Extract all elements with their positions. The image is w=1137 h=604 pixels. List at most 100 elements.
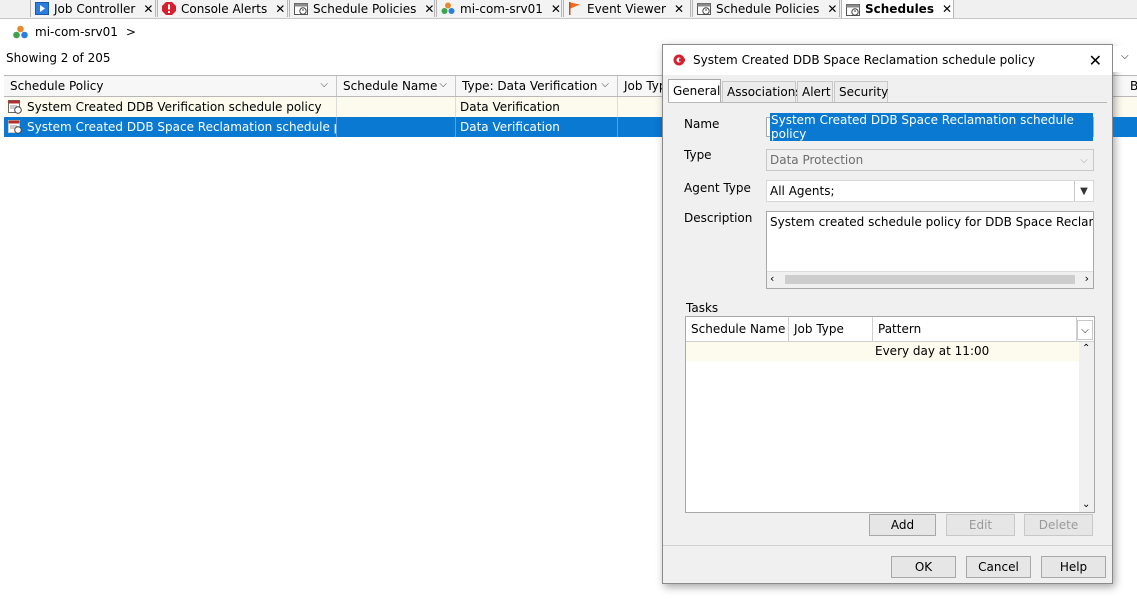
close-icon[interactable]: ✕ xyxy=(275,2,285,16)
column-header-schedule-policy[interactable]: Schedule Policy ⌵ xyxy=(4,76,337,96)
column-header-job-type[interactable]: Job Type xyxy=(789,317,873,341)
close-icon[interactable]: ✕ xyxy=(424,2,434,16)
scrollbar-thumb[interactable] xyxy=(785,275,1075,284)
column-header-type[interactable]: Type: Data Verification ⌵ xyxy=(456,76,618,96)
result-count: Showing 2 of 205 xyxy=(6,51,111,65)
table-row[interactable]: Every day at 11:00 xyxy=(686,342,1080,361)
ok-button[interactable]: OK xyxy=(891,556,956,578)
name-label: Name xyxy=(684,117,720,131)
column-header-pattern[interactable]: Pattern xyxy=(873,317,1077,341)
chevron-down-icon: ⌵ xyxy=(1080,154,1088,166)
column-label: Schedule Name xyxy=(343,79,438,93)
cancel-button[interactable]: Cancel xyxy=(966,556,1031,578)
tab-associations[interactable]: Associations xyxy=(722,81,802,102)
breadcrumb: mi-com-srv01 > xyxy=(0,19,660,45)
tab-console-alerts[interactable]: Console Alerts ✕ xyxy=(157,0,288,17)
alert-icon xyxy=(162,2,176,15)
tab-general[interactable]: General xyxy=(668,79,721,102)
cell-type: Data Verification xyxy=(456,97,618,117)
tab-label: Event Viewer xyxy=(587,1,666,16)
tab-schedules[interactable]: Schedules ✕ xyxy=(841,0,954,18)
edit-task-button[interactable]: Edit xyxy=(946,514,1015,536)
dialog-title-bar[interactable]: System Created DDB Space Reclamation sch… xyxy=(663,45,1112,75)
chevron-right-icon[interactable]: › xyxy=(1085,272,1089,285)
chevron-down-icon[interactable]: ⌄ xyxy=(1082,499,1090,510)
tab-label: Console Alerts xyxy=(181,1,268,16)
column-label: Schedule Policy xyxy=(10,79,104,93)
column-label: B xyxy=(1130,79,1137,93)
job-controller-icon xyxy=(35,2,49,15)
cell-schedule-policy: System Created DDB Space Reclamation sch… xyxy=(27,120,337,134)
general-panel: Name System Created DDB Space Reclamatio… xyxy=(668,102,1107,513)
tasks-header: Schedule Name Job Type Pattern ⌵ xyxy=(686,317,1094,342)
selected-row-edge xyxy=(1113,117,1137,137)
column-label: Type: Data Verification xyxy=(462,79,598,93)
schedule-policy-icon xyxy=(8,120,22,134)
tab-label: mi-com-srv01 xyxy=(460,1,543,16)
chevron-down-icon[interactable]: ▼ xyxy=(1074,181,1093,201)
agent-type-value: All Agents; xyxy=(770,184,835,198)
column-header-schedule-name[interactable]: Schedule Name xyxy=(686,317,789,341)
column-header-schedule-name[interactable]: Schedule Name ⌵ xyxy=(337,76,456,96)
tab-alert[interactable]: Alert xyxy=(797,81,833,102)
tasks-table: Schedule Name Job Type Pattern ⌵ Every d… xyxy=(685,316,1095,513)
cell-pattern: Every day at 11:00 xyxy=(875,344,990,358)
chevron-down-icon[interactable]: ⌵ xyxy=(320,79,328,90)
flag-icon xyxy=(568,2,582,15)
tab-bar-spacer xyxy=(0,0,30,18)
delete-task-button[interactable]: Delete xyxy=(1024,514,1093,536)
chevron-down-icon[interactable]: ⌵ xyxy=(439,79,447,90)
close-icon[interactable]: ✕ xyxy=(942,2,952,16)
close-icon[interactable]: ✕ xyxy=(674,2,684,16)
document-tab-bar: Job Controller ✕ Console Alerts ✕ Schedu… xyxy=(0,0,1137,19)
schedule-policy-dialog: System Created DDB Space Reclamation sch… xyxy=(662,44,1113,584)
chevron-up-icon[interactable]: ⌃ xyxy=(1082,343,1090,354)
tab-job-controller[interactable]: Job Controller ✕ xyxy=(30,0,156,17)
tasks-label: Tasks xyxy=(686,301,719,315)
breadcrumb-node[interactable]: mi-com-srv01 xyxy=(35,25,118,39)
schedule-policy-icon xyxy=(846,3,860,16)
tab-security[interactable]: Security xyxy=(834,81,888,102)
name-value: System Created DDB Space Reclamation sch… xyxy=(770,113,1093,141)
name-field[interactable]: System Created DDB Space Reclamation sch… xyxy=(766,113,1094,141)
tab-schedule-policies[interactable]: Schedule Policies ✕ xyxy=(289,0,435,17)
agent-type-select[interactable]: All Agents; ▼ xyxy=(766,180,1094,202)
type-label: Type xyxy=(684,148,712,162)
chevron-left-icon[interactable]: ‹ xyxy=(770,272,774,285)
app-logo-icon xyxy=(673,54,685,66)
close-icon[interactable]: ✕ xyxy=(1089,51,1102,70)
vertical-scrollbar[interactable]: ⌃ ⌄ xyxy=(1079,342,1094,512)
background-toolbar-edge: ⌵ xyxy=(1113,46,1137,72)
type-value: Data Protection xyxy=(770,153,864,167)
schedule-policy-icon xyxy=(697,2,711,15)
tab-schedule-policies-2[interactable]: Schedule Policies ✕ xyxy=(692,0,840,17)
dialog-title: System Created DDB Space Reclamation sch… xyxy=(693,53,1036,67)
cell-schedule-name xyxy=(337,97,456,117)
agent-type-label: Agent Type xyxy=(684,181,751,195)
cell-type: Data Verification xyxy=(456,117,618,137)
help-button[interactable]: Help xyxy=(1041,556,1106,578)
description-textarea[interactable]: System created schedule policy for DDB S… xyxy=(766,211,1094,289)
description-value: System created schedule policy for DDB S… xyxy=(770,215,1093,229)
server-group-icon xyxy=(12,25,29,39)
tab-label: Schedule Policies xyxy=(716,1,820,16)
horizontal-scrollbar[interactable]: ‹ › xyxy=(767,271,1093,288)
tab-mi-com-srv01[interactable]: mi-com-srv01 ✕ xyxy=(436,0,562,17)
column-chooser-icon[interactable]: ⌵ xyxy=(1077,320,1093,340)
description-label: Description xyxy=(684,211,753,225)
tab-event-viewer[interactable]: Event Viewer ✕ xyxy=(563,0,691,17)
close-icon[interactable]: ✕ xyxy=(551,2,561,16)
chevron-down-icon[interactable]: ⌵ xyxy=(1121,51,1129,62)
tab-label: Job Controller xyxy=(54,1,136,16)
type-select: Data Protection ⌵ xyxy=(766,149,1094,171)
schedule-policy-icon xyxy=(294,2,308,15)
tab-label: Schedules xyxy=(865,2,934,16)
breadcrumb-separator[interactable]: > xyxy=(126,25,136,39)
chevron-down-icon[interactable]: ⌵ xyxy=(601,79,609,90)
close-icon[interactable]: ✕ xyxy=(827,2,837,16)
column-header-b[interactable]: B xyxy=(1123,76,1137,96)
server-group-icon xyxy=(441,2,455,15)
close-icon[interactable]: ✕ xyxy=(143,2,153,16)
add-task-button[interactable]: Add xyxy=(869,514,936,536)
divider xyxy=(663,545,1112,546)
